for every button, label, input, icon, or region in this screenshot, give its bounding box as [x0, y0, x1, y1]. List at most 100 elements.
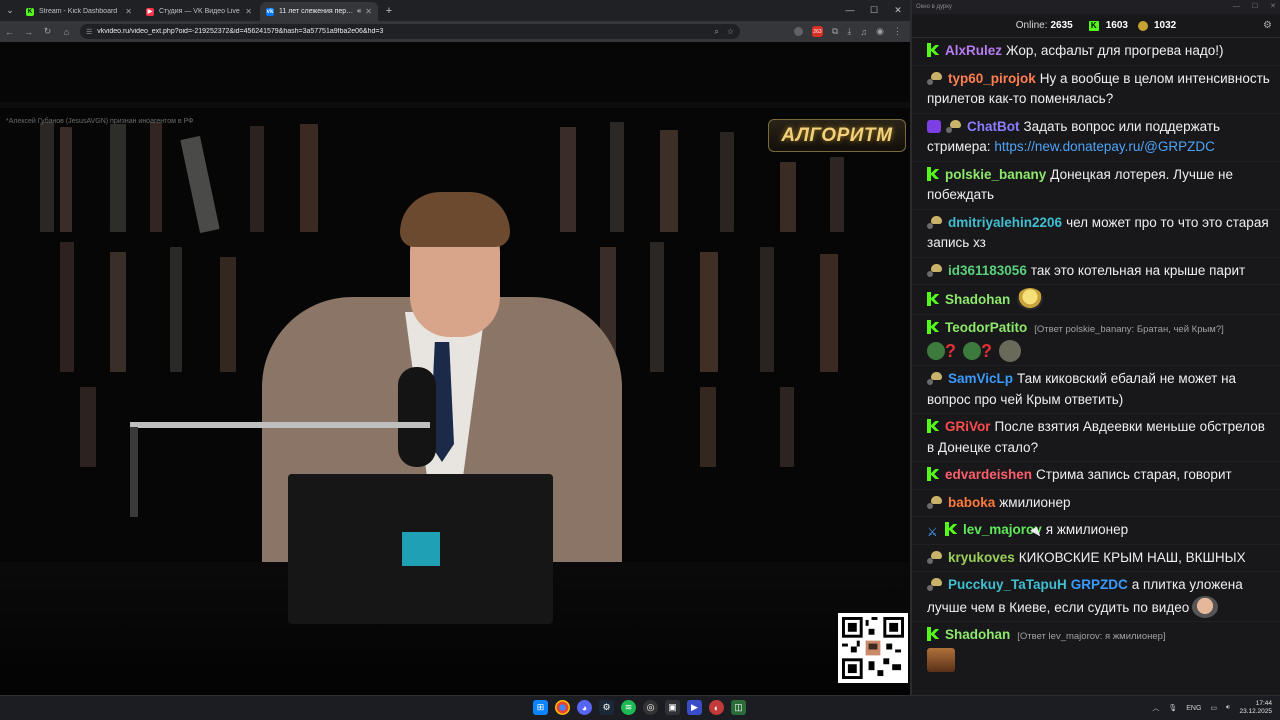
language-indicator[interactable]: ENG — [1186, 705, 1201, 712]
book — [220, 257, 236, 372]
site-info-icon[interactable]: ☰ — [86, 28, 92, 36]
username[interactable]: typ60_pirojok — [948, 71, 1036, 86]
chat-message: typ60_pirojok Ну а вообще в целом интенси… — [912, 66, 1280, 114]
book — [760, 247, 774, 372]
username[interactable]: edvardeishen — [945, 467, 1032, 482]
message-text: я жмилионер — [1045, 522, 1129, 537]
username[interactable]: ChatBot — [967, 119, 1020, 134]
discord-icon[interactable]: ◕ — [577, 700, 592, 715]
kick-badge-icon — [927, 166, 940, 181]
emote-row: ? ? — [927, 340, 1272, 362]
book — [300, 124, 318, 232]
tab-title: Stream - Kick Dashboard — [39, 8, 118, 15]
spotify-icon[interactable]: ≋ — [621, 700, 636, 715]
username[interactable]: kryukoves — [948, 550, 1015, 565]
close-window-icon[interactable]: ✕ — [886, 0, 910, 21]
algoritm-logo: АЛГОРИТМ — [768, 119, 906, 152]
username[interactable]: TeodorPatito — [945, 320, 1027, 335]
tab-kick-dashboard[interactable]: K Stream - Kick Dashboard ✕ — [20, 2, 138, 21]
close-icon[interactable]: ✕ — [245, 7, 252, 16]
username[interactable]: Shadohan — [945, 627, 1010, 642]
mention[interactable]: GRPZDC — [1071, 577, 1128, 592]
clock[interactable]: 17:44 23.12.2025 — [1239, 700, 1272, 716]
reload-icon[interactable]: ↻ — [38, 26, 57, 37]
bookmark-star-icon[interactable]: ☆ — [727, 27, 734, 36]
back-icon[interactable]: ← — [0, 27, 19, 37]
book — [250, 126, 264, 232]
book — [80, 387, 96, 467]
volume-icon[interactable]: 🔉︎ — [1226, 704, 1230, 712]
chat-message-list[interactable]: AlxRulez Жор, асфальт для прогрева надо!)… — [912, 38, 1280, 675]
book — [650, 242, 664, 372]
address-bar[interactable]: ☰ vkvideo.ru/video_ext.php?oid=-21925237… — [80, 24, 740, 39]
toolbar-extensions: 263 ⧉ ⤓ ♫ ◉ ⋮ — [793, 21, 902, 42]
tab-vk-video[interactable]: vk 11 лет слежения перед Укр 🔊︎ ✕ — [260, 2, 378, 21]
close-icon[interactable]: ✕ — [365, 7, 372, 16]
kick-icon: K — [1088, 20, 1099, 31]
home-icon[interactable]: ⌂ — [57, 27, 76, 37]
video-player[interactable]: *Алексей Губанов (JesusAVGN) признан ино… — [0, 42, 910, 695]
extensions-puzzle-icon[interactable]: ⧉ — [832, 26, 838, 37]
tray-chevron-icon[interactable]: ︿ — [1152, 703, 1159, 713]
username[interactable]: polskie_banany — [945, 167, 1046, 182]
kick-badge-icon — [927, 419, 940, 433]
username[interactable]: id361183056 — [948, 263, 1027, 278]
download-icon[interactable]: ⤓ — [847, 26, 851, 37]
message-text: Жор, асфальт для прогрева надо!) — [1006, 43, 1224, 58]
vk-badge-icon — [927, 215, 943, 229]
gear-icon[interactable]: ⚙ — [1263, 20, 1272, 31]
chat-message: baboka жмилионер — [912, 490, 1280, 517]
close-icon[interactable]: ✕ — [125, 7, 132, 16]
network-icon[interactable]: ▭ — [1210, 704, 1217, 712]
close-icon[interactable]: ✕ — [1270, 0, 1276, 14]
tab-search-icon[interactable]: ⌄ — [0, 0, 20, 21]
chat-message: Shadohan — [912, 285, 1280, 315]
speaker-icon[interactable]: 🔊︎ — [357, 8, 361, 16]
url-text[interactable]: vkvideo.ru/video_ext.php?oid=-219252372&… — [97, 28, 383, 35]
username[interactable]: GRiVor — [945, 419, 991, 434]
username[interactable]: baboka — [948, 495, 995, 510]
maximize-icon[interactable]: ☐ — [1252, 0, 1258, 14]
tab-strip: ⌄ K Stream - Kick Dashboard ✕ ▶ Студия —… — [0, 0, 910, 21]
username[interactable]: dmitriyalehin2206 — [948, 215, 1062, 230]
vk-viewers-icon — [1137, 20, 1148, 31]
obs-icon[interactable]: ◎ — [643, 700, 658, 715]
vk-icon: vk — [266, 7, 274, 16]
chat-titlebar: Окно в дурку — ☐ ✕ — [912, 0, 1280, 14]
book — [660, 130, 678, 232]
forward-icon[interactable]: → — [19, 27, 38, 37]
minimize-icon[interactable]: — — [1233, 0, 1240, 14]
book — [60, 242, 74, 372]
new-tab-button[interactable]: + — [380, 2, 398, 21]
pepe-emote-icon — [927, 342, 945, 360]
book — [40, 122, 54, 232]
extension-badge-icon[interactable]: 263 — [811, 26, 823, 37]
zoom-icon[interactable]: ⌕ — [714, 27, 718, 37]
profile-icon[interactable]: ◉ — [876, 26, 884, 37]
app-icon[interactable]: ◐ — [709, 700, 724, 715]
minimize-icon[interactable]: — — [838, 0, 862, 21]
steam-icon[interactable]: ⚙ — [599, 700, 614, 715]
app-icon[interactable]: ▶ — [687, 700, 702, 715]
menu-icon[interactable]: ⋮ — [893, 26, 902, 37]
username[interactable]: AlxRulez — [945, 43, 1002, 58]
book — [820, 254, 838, 372]
app-icon[interactable]: ◫ — [731, 700, 746, 715]
media-control-icon[interactable]: ♫ — [860, 27, 867, 37]
chat-message: dmitriyalehin2206 чел может про то что эт… — [912, 210, 1280, 258]
extension-icon[interactable] — [793, 27, 803, 36]
microphone-icon[interactable]: 🎙︎ — [1168, 704, 1177, 712]
donate-link[interactable]: https://new.donatepay.ru/@GRPZDC — [994, 139, 1215, 154]
taskbar: ⊞ ◕ ⚙ ≋ ◎ ▣ ▶ ◐ ◫ ︿ 🎙︎ ENG ▭ 🔉︎ 17:44 23… — [0, 695, 1280, 720]
username[interactable]: Pucckuy_TaTapuH — [948, 577, 1067, 592]
app-icon[interactable]: ▣ — [665, 700, 680, 715]
maximize-icon[interactable]: ☐ — [862, 0, 886, 21]
reply-quote: [Ответ polskie_banany: Братан, чей Крым?… — [1034, 323, 1224, 335]
kick-badge-icon — [927, 43, 940, 57]
chat-stats-bar: Online: 2635 K 1603 1032 ⚙ — [912, 14, 1280, 38]
chrome-icon[interactable] — [555, 700, 570, 715]
windows-start-icon[interactable]: ⊞ — [533, 700, 548, 715]
username[interactable]: SamVicLp — [948, 371, 1013, 386]
username[interactable]: Shadohan — [945, 292, 1010, 307]
tab-vk-studio[interactable]: ▶ Студия — VK Видео Live ✕ — [140, 2, 258, 21]
